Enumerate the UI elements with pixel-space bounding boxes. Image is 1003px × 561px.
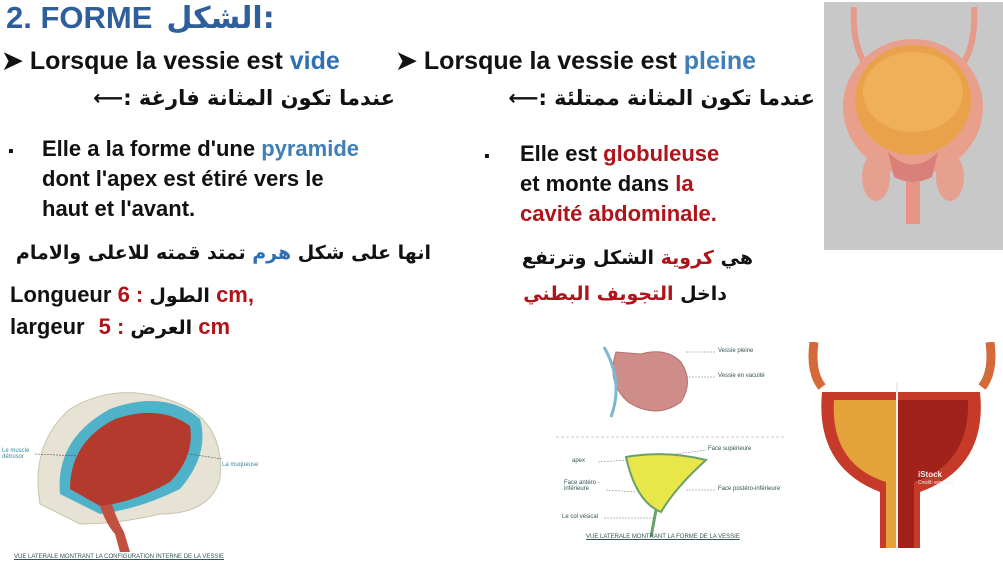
arrow-right-icon: ➤ (2, 47, 23, 75)
arrow-left-icon: ⟵ (508, 86, 539, 110)
right-ar1-keyword: كروية (660, 247, 714, 269)
bladder-full-svg (843, 6, 983, 224)
right-para-line1: Elle est globuleuse (520, 139, 810, 169)
right-ar1-pre: هي (713, 247, 753, 269)
bladder-shape-diagram: Vessie pleine Vessie en vacuité Face sup… (556, 342, 786, 546)
left-heading-keyword: vide (289, 47, 340, 75)
slide-title: 2. FORME الشكل: (6, 0, 275, 36)
left-ar-post: تمتد قمته للاعلى والامام (15, 242, 253, 264)
label-face-superieure: Face supérieure (708, 446, 752, 452)
right-heading-keyword: pleine (683, 47, 757, 75)
right-ar2-keyword: التجويف البطني (523, 283, 674, 305)
bladder-istock-image: iStock Credit: ericsnow (800, 341, 1003, 548)
title-fr: 2. FORME (6, 0, 153, 35)
istock-svg (808, 341, 996, 548)
right-para-keyword1: globuleuse (603, 141, 720, 166)
bladder-illustration-full (824, 2, 1003, 250)
right-heading-ar: عندما تكون المثانة ممتلئة :⟵ (508, 86, 815, 110)
label-apex: apex (572, 458, 586, 464)
arrow-right-icon: ➤ (396, 47, 417, 75)
left-ar-pre: انها على شكل (291, 242, 431, 264)
istock-credit: Credit: ericsnow (918, 480, 954, 486)
bladder-lateral-internal-figure: Le muscle détrusor La muqueuse VUE LATER… (0, 384, 262, 560)
label-vessie-pleine: Vessie pleine (718, 348, 754, 354)
right-ar1-post: الشكل وترتفع (521, 247, 661, 269)
width-line: largeur العرض : 5 cm (10, 312, 230, 343)
length-ar: الطول (149, 285, 210, 307)
right-heading: ➤ Lorsque la vessie est pleine (396, 46, 756, 76)
middle-figure-caption: VUE LATERALE MONTRANT LA FORME DE LA VES… (586, 534, 740, 540)
left-heading: ➤ Lorsque la vessie est vide (2, 46, 340, 76)
left-ar-keyword: هرم (252, 242, 292, 264)
left-para-line3: haut et l'avant. (42, 196, 196, 221)
label-muqueuse: La muqueuse (222, 462, 259, 468)
istock-watermark: iStock (918, 470, 943, 479)
right-heading-ar-text: عندما تكون المثانة ممتلئة : (538, 86, 815, 110)
length-label: Longueur (10, 282, 112, 307)
left-heading-text: Lorsque la vessie est (29, 47, 290, 75)
right-paragraph: Elle est globuleuse et monte dans la cav… (520, 139, 810, 229)
label-detrusor: Le muscle détrusor (2, 448, 30, 460)
left-para-l1-text: Elle a la forme d'une (42, 136, 262, 161)
left-para-line2: dont l'apex est étiré vers le (42, 166, 324, 191)
right-para-keyword2: la (675, 171, 694, 196)
right-arabic-line1: هي كروية الشكل وترتفع (522, 247, 753, 269)
arrow-left-icon: ⟵ (93, 86, 124, 110)
bullet-icon: ▪ (484, 148, 490, 165)
left-figure-caption: VUE LATERALE MONTRANT LA CONFIGURATION I… (14, 554, 225, 560)
left-arabic-desc: انها على شكل هرم تمتد قمته للاعلى والاما… (16, 242, 431, 264)
right-ar2-pre: داخل (673, 283, 727, 305)
right-heading-text: Lorsque la vessie est (423, 47, 684, 75)
label-face-postero: Face postéro-inférieure (718, 486, 781, 492)
right-arabic-line2: داخل التجويف البطني (523, 283, 727, 305)
right-para-l2-text: et monte dans (520, 171, 676, 196)
left-para-keyword: pyramide (261, 136, 360, 161)
right-para-l1-text: Elle est (520, 141, 604, 166)
left-para-line1: Elle a la forme d'une pyramide (42, 134, 432, 164)
length-line: Longueur الطول : 6 cm, (10, 280, 254, 311)
label-face-antero: Face antéro -inférieure (564, 480, 600, 492)
width-label: largeur (10, 314, 85, 339)
label-vessie-vacuite: Vessie en vacuité (718, 373, 765, 379)
right-para-line3: cavité abdominale. (520, 201, 717, 226)
left-paragraph: Elle a la forme d'une pyramide dont l'ap… (42, 134, 432, 224)
title-ar: الشكل: (166, 1, 275, 36)
left-heading-ar-text: عندما تكون المثانة فارغة : (123, 86, 395, 110)
left-heading-ar: عندما تكون المثانة فارغة :⟵ (93, 86, 395, 110)
bullet-icon: ▪ (8, 143, 14, 160)
lateral-internal-svg (34, 392, 223, 552)
label-col-vesical: Le col vésical (562, 514, 599, 520)
width-ar: العرض (130, 317, 193, 339)
right-para-line2: et monte dans la (520, 169, 810, 199)
